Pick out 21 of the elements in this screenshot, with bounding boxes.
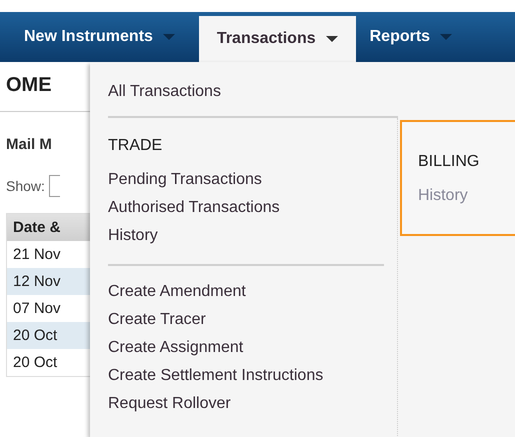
show-label: Show: bbox=[6, 178, 45, 194]
caret-icon bbox=[326, 36, 338, 42]
menu-item[interactable]: Create Amendment bbox=[108, 278, 246, 306]
page-title: OME bbox=[6, 74, 53, 97]
menu-item[interactable]: Pending Transactions bbox=[108, 166, 262, 194]
menu-item[interactable]: Authorised Transactions bbox=[108, 194, 280, 222]
menu-item[interactable]: Request Rollover bbox=[108, 390, 231, 418]
menu-item[interactable]: All Transactions bbox=[108, 78, 221, 106]
nav-tab[interactable]: Transactions bbox=[198, 16, 356, 62]
show-select[interactable] bbox=[48, 175, 60, 197]
menu-item[interactable]: History bbox=[108, 222, 158, 250]
caret-icon bbox=[440, 34, 452, 40]
nav-tab[interactable]: Reports bbox=[356, 12, 466, 62]
menu-heading: BILLING bbox=[418, 152, 480, 172]
menu-heading: TRADE bbox=[108, 136, 162, 156]
menu-item[interactable]: Create Assignment bbox=[108, 334, 244, 362]
menu-item[interactable]: Create Tracer bbox=[108, 306, 206, 334]
nav-tab[interactable]: New Instruments bbox=[10, 12, 189, 62]
section-title: Mail M bbox=[6, 136, 53, 153]
caret-icon bbox=[162, 34, 175, 40]
menu-item[interactable]: Create Settlement Instructions bbox=[108, 362, 324, 390]
